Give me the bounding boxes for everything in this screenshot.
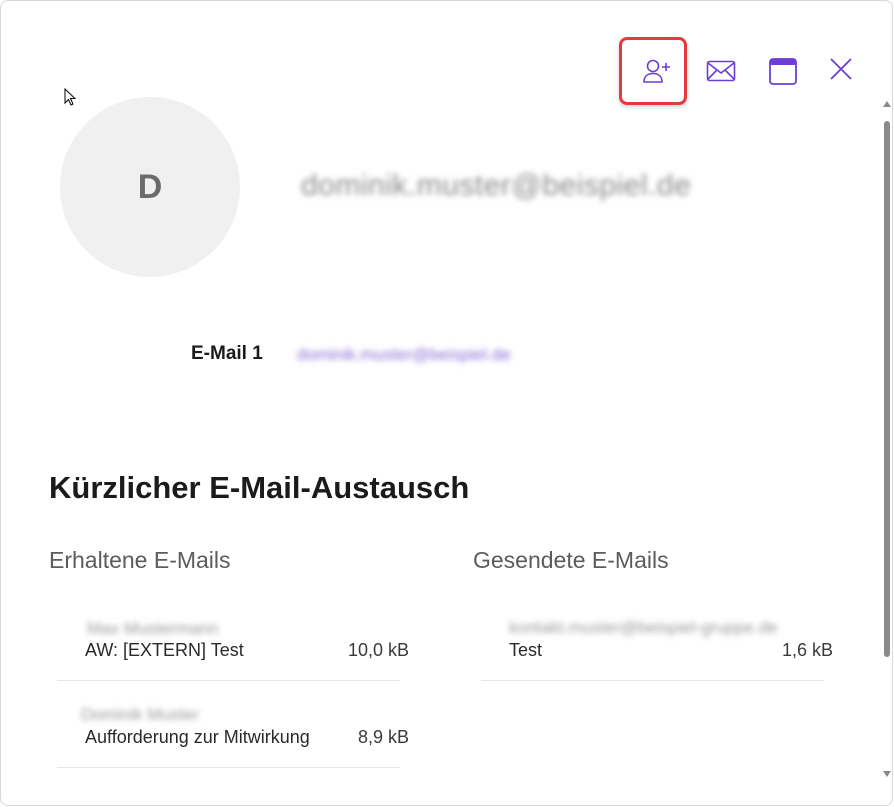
mouse-cursor-icon [64, 87, 78, 113]
mail-sender: Max Mustermann [87, 619, 219, 638]
avatar: D [60, 97, 240, 277]
mail-subject: Test [509, 640, 543, 660]
person-add-icon [643, 59, 670, 83]
mail-sender: kontakt.muster@beispiel-gruppe.de [509, 618, 778, 637]
contact-card: D dominik.muster@beispiel.de E-Mail 1 do… [0, 0, 893, 806]
recent-exchange-title: Kürzlicher E-Mail-Austausch [49, 470, 470, 505]
email-link[interactable]: dominik.muster@beispiel.de [297, 345, 511, 365]
received-mail-item[interactable]: Dominik Muster Aufforderung zur Mitwirku… [57, 694, 409, 768]
received-mails-title: Erhaltene E-Mails [49, 547, 231, 573]
sent-mails-title: Gesendete E-Mails [473, 547, 669, 573]
mail-subject: AW: [EXTERN] Test [85, 640, 244, 660]
send-mail-button[interactable] [699, 49, 743, 93]
close-icon [830, 58, 852, 80]
scroll-down-arrow-icon[interactable] [883, 771, 891, 777]
calendar-icon [769, 58, 797, 85]
toolbar [623, 43, 863, 103]
avatar-initial: D [137, 167, 163, 206]
mail-size: 10,0 kB [347, 640, 409, 660]
mail-icon [706, 60, 736, 82]
scrollbar-thumb[interactable] [884, 121, 890, 657]
vertical-scrollbar[interactable] [881, 101, 893, 777]
contact-display-name: dominik.muster@beispiel.de [301, 169, 692, 202]
email-label: E-Mail 1 [191, 343, 263, 364]
mail-size: 8,9 kB [357, 727, 409, 747]
scroll-up-arrow-icon[interactable] [883, 101, 891, 107]
add-contact-button[interactable] [635, 49, 679, 93]
received-mail-item[interactable]: Max Mustermann AW: [EXTERN] Test 10,0 kB [57, 607, 409, 681]
sent-mail-item[interactable]: kontakt.muster@beispiel-gruppe.de Test 1… [481, 607, 833, 681]
mail-size: 1,6 kB [781, 640, 833, 660]
calendar-button[interactable] [761, 49, 805, 93]
mail-subject: Aufforderung zur Mitwirkung [85, 727, 310, 747]
close-button[interactable] [819, 47, 863, 91]
mail-sender: Dominik Muster [81, 705, 200, 724]
